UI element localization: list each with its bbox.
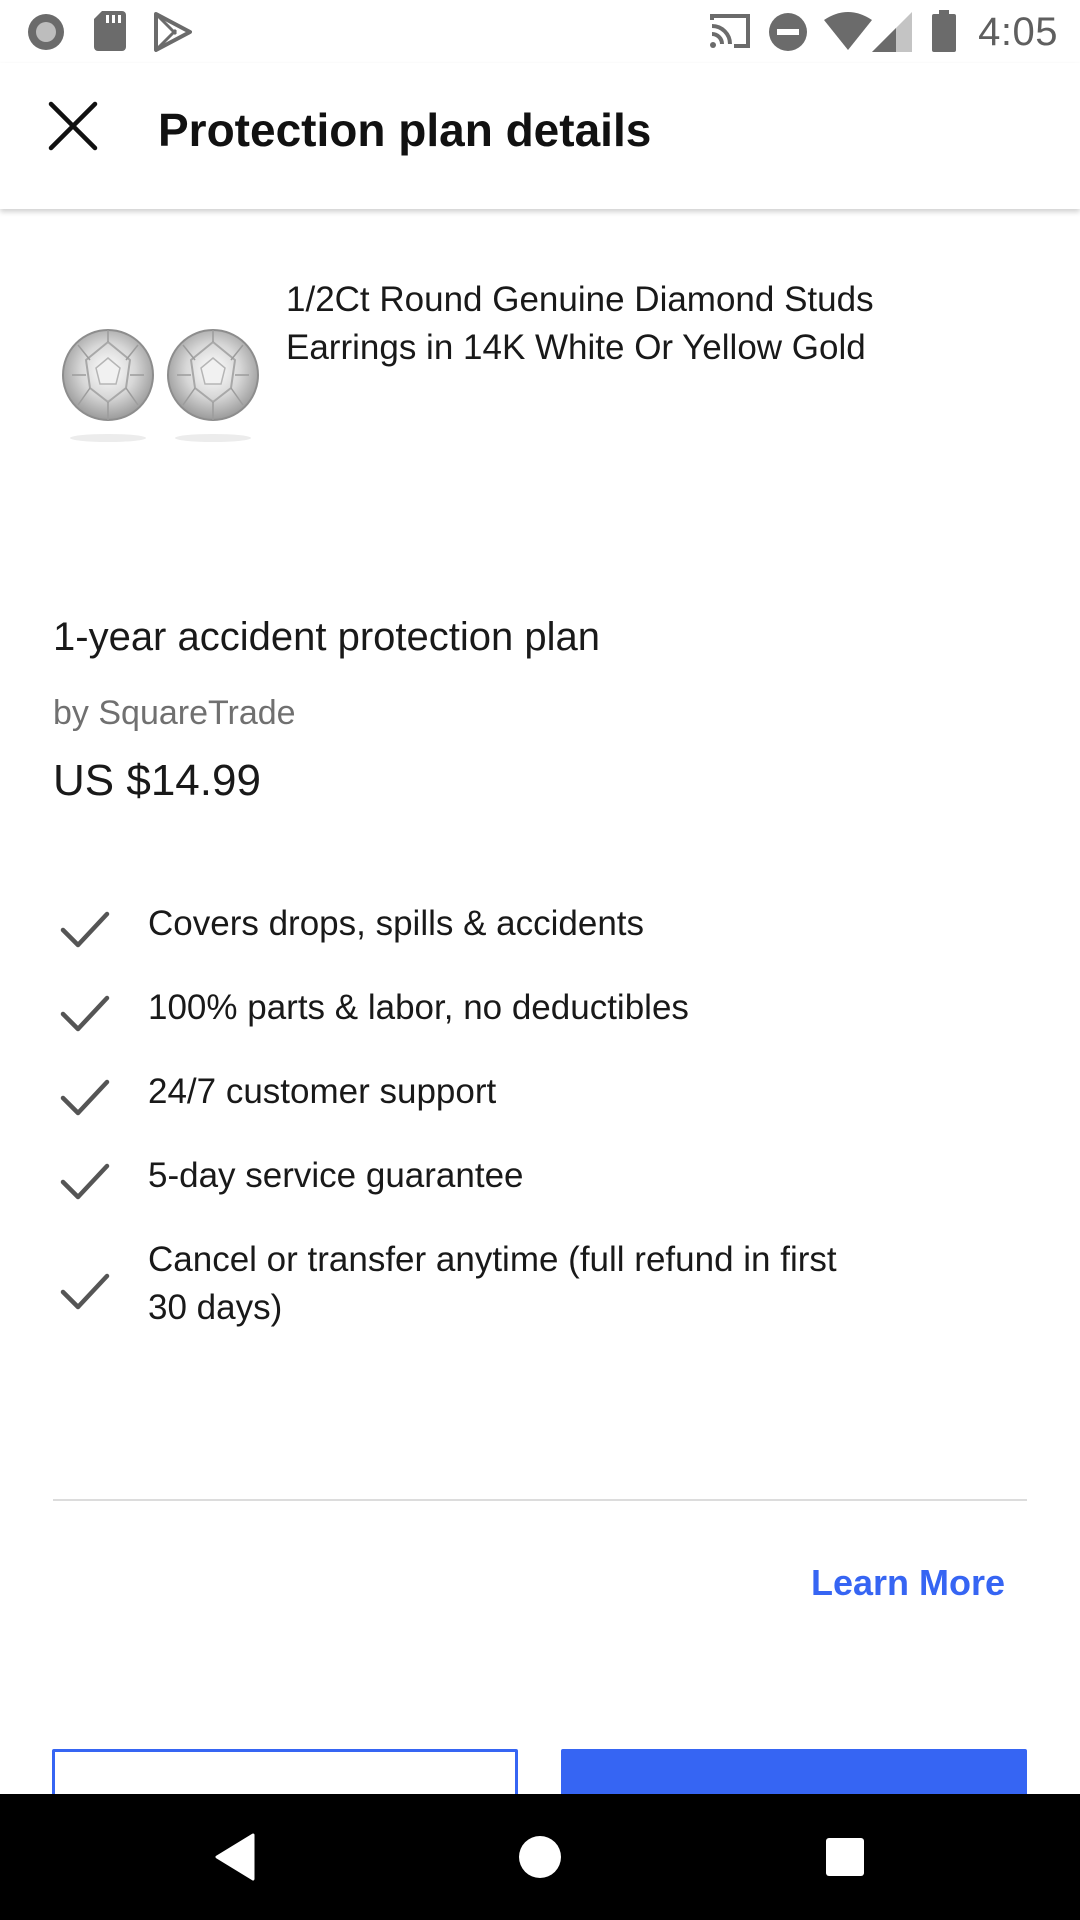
home-icon bbox=[519, 1836, 561, 1878]
check-icon bbox=[60, 911, 110, 948]
check-icon bbox=[60, 1079, 110, 1116]
notification-dot-icon bbox=[28, 14, 64, 50]
nav-home-button[interactable] bbox=[505, 1822, 575, 1892]
system-nav-bar bbox=[0, 1794, 1080, 1920]
close-icon bbox=[48, 101, 98, 151]
product-title: 1/2Ct Round Genuine Diamond Studs Earrin… bbox=[286, 280, 874, 367]
recents-icon bbox=[826, 1838, 864, 1876]
status-bar: 4:05 bbox=[0, 0, 1080, 63]
do-not-disturb-icon bbox=[769, 13, 807, 51]
play-store-icon bbox=[154, 12, 192, 52]
battery-icon bbox=[932, 10, 956, 52]
close-button[interactable] bbox=[28, 81, 118, 171]
earring-right bbox=[167, 329, 259, 421]
earring-left bbox=[62, 329, 154, 421]
feature-text: Covers drops, spills & accidents bbox=[148, 904, 645, 943]
app-bar: Protection plan details bbox=[0, 63, 1080, 209]
feature-text: 24/7 customer support bbox=[148, 1072, 497, 1111]
plan-provider: by SquareTrade bbox=[53, 694, 296, 732]
nav-recents-button[interactable] bbox=[810, 1822, 880, 1892]
divider bbox=[53, 1499, 1027, 1501]
protection-plan-screen: 4:05 Protection plan details 1/2Ct Round… bbox=[0, 0, 1080, 1920]
status-time: 4:05 bbox=[978, 10, 1058, 54]
feature-text: 100% parts & labor, no deductibles bbox=[148, 988, 689, 1027]
plan-name: 1-year accident protection plan bbox=[53, 615, 600, 659]
learn-more-link[interactable]: Learn More bbox=[811, 1562, 1005, 1604]
back-icon bbox=[215, 1833, 255, 1881]
page-title: Protection plan details bbox=[158, 104, 652, 156]
cell-signal-icon bbox=[872, 12, 912, 52]
cast-icon bbox=[710, 14, 750, 48]
sd-card-icon bbox=[94, 11, 126, 51]
feature-text: 5-day service guarantee bbox=[148, 1156, 524, 1195]
check-icon bbox=[60, 1273, 110, 1310]
wifi-icon bbox=[824, 12, 872, 50]
nav-back-button[interactable] bbox=[200, 1822, 270, 1892]
plan-price: US $14.99 bbox=[53, 756, 261, 805]
product-image bbox=[62, 329, 259, 442]
check-icon bbox=[60, 1163, 110, 1200]
feature-text: Cancel or transfer anytime (full refund … bbox=[148, 1240, 837, 1327]
check-icon bbox=[60, 995, 110, 1032]
